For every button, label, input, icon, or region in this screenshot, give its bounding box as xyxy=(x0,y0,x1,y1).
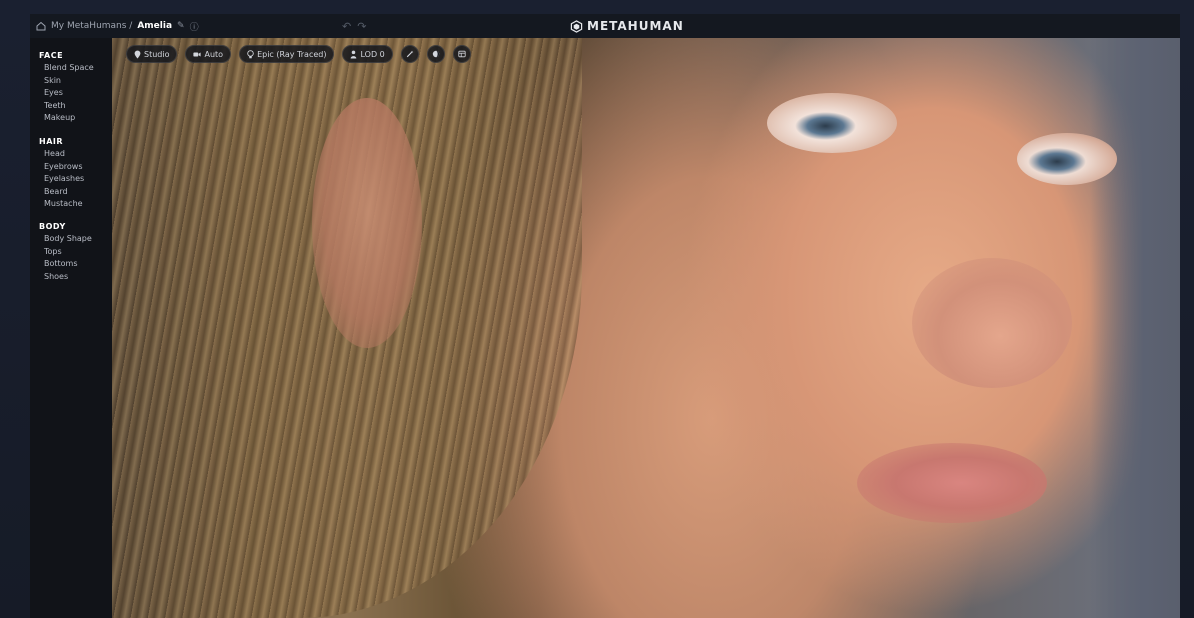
sidebar-item-blend-space[interactable]: Blend Space xyxy=(39,62,94,75)
sidebar-title-hair: HAIR xyxy=(39,137,64,146)
viewport-toolbar: Studio Auto Epic (Ray Traced) LOD 0 xyxy=(126,45,471,63)
environment-label: Studio xyxy=(144,49,170,59)
person-icon xyxy=(351,50,357,58)
breadcrumb-parent[interactable]: My MetaHumans / xyxy=(51,21,132,31)
character-viewport[interactable] xyxy=(112,38,1180,618)
lightbulb-icon xyxy=(247,49,254,58)
logo-text: METAHUMAN xyxy=(587,19,684,33)
sidebar-item-skin[interactable]: Skin xyxy=(39,75,94,88)
sidebar-item-mustache[interactable]: Mustache xyxy=(39,198,84,211)
sidebar-item-beard[interactable]: Beard xyxy=(39,186,84,199)
sidebar-item-makeup[interactable]: Makeup xyxy=(39,112,94,125)
layout-button[interactable] xyxy=(452,45,471,63)
metahuman-logo-icon xyxy=(570,19,583,33)
environment-button[interactable]: Studio xyxy=(126,45,178,63)
viewport-backdrop xyxy=(1090,38,1180,618)
breadcrumb: My MetaHumans / Amelia ✎ ⓘ xyxy=(36,14,199,38)
grid-icon xyxy=(458,50,466,58)
sidebar-section-hair: HAIR Head Eyebrows Eyelashes Beard Musta… xyxy=(39,135,84,211)
sidebar-item-eyelashes[interactable]: Eyelashes xyxy=(39,173,84,186)
character-nose xyxy=(912,258,1072,388)
sidebar-title-body: BODY xyxy=(39,222,66,231)
character-eye-left xyxy=(767,93,897,153)
sidebar-section-face: FACE Blend Space Skin Eyes Teeth Makeup xyxy=(39,49,94,125)
sidebar-item-eyes[interactable]: Eyes xyxy=(39,87,94,100)
sphere-icon xyxy=(432,50,439,58)
render-quality-label: Epic (Ray Traced) xyxy=(257,49,327,59)
sidebar-item-body-shape[interactable]: Body Shape xyxy=(39,233,92,246)
sidebar-item-teeth[interactable]: Teeth xyxy=(39,100,94,113)
material-button[interactable] xyxy=(426,45,445,63)
sidebar-section-body: BODY Body Shape Tops Bottoms Shoes xyxy=(39,220,92,283)
breadcrumb-current: Amelia xyxy=(137,21,173,31)
home-icon[interactable] xyxy=(36,21,46,31)
undo-redo-group: ↶ ↷ xyxy=(342,14,366,38)
location-pin-icon xyxy=(134,50,141,58)
lod-button[interactable]: LOD 0 xyxy=(342,45,393,63)
camera-icon xyxy=(193,52,202,56)
character-lips xyxy=(857,443,1047,523)
redo-icon[interactable]: ↷ xyxy=(357,20,366,33)
app-logo: METAHUMAN xyxy=(570,14,684,38)
sidebar-item-eyebrows[interactable]: Eyebrows xyxy=(39,161,84,174)
camera-button[interactable]: Auto xyxy=(185,45,232,63)
edit-icon[interactable]: ✎ xyxy=(177,21,185,31)
character-eye-right xyxy=(1017,133,1117,185)
wand-icon xyxy=(406,50,414,58)
sidebar-item-tops[interactable]: Tops xyxy=(39,246,92,259)
sidebar: FACE Blend Space Skin Eyes Teeth Makeup … xyxy=(30,38,112,618)
title-bar: My MetaHumans / Amelia ✎ ⓘ ↶ ↷ METAHUMAN xyxy=(30,14,1180,38)
tools-button[interactable] xyxy=(400,45,419,63)
lod-label: LOD 0 xyxy=(360,49,385,59)
character-ear xyxy=(312,98,422,348)
undo-icon[interactable]: ↶ xyxy=(342,20,351,33)
sidebar-item-bottoms[interactable]: Bottoms xyxy=(39,258,92,271)
help-icon[interactable]: ⓘ xyxy=(190,20,199,33)
sidebar-title-face: FACE xyxy=(39,51,64,60)
sidebar-item-head[interactable]: Head xyxy=(39,148,84,161)
render-quality-button[interactable]: Epic (Ray Traced) xyxy=(239,45,335,63)
camera-label: Auto xyxy=(204,49,224,59)
sidebar-item-shoes[interactable]: Shoes xyxy=(39,271,92,284)
